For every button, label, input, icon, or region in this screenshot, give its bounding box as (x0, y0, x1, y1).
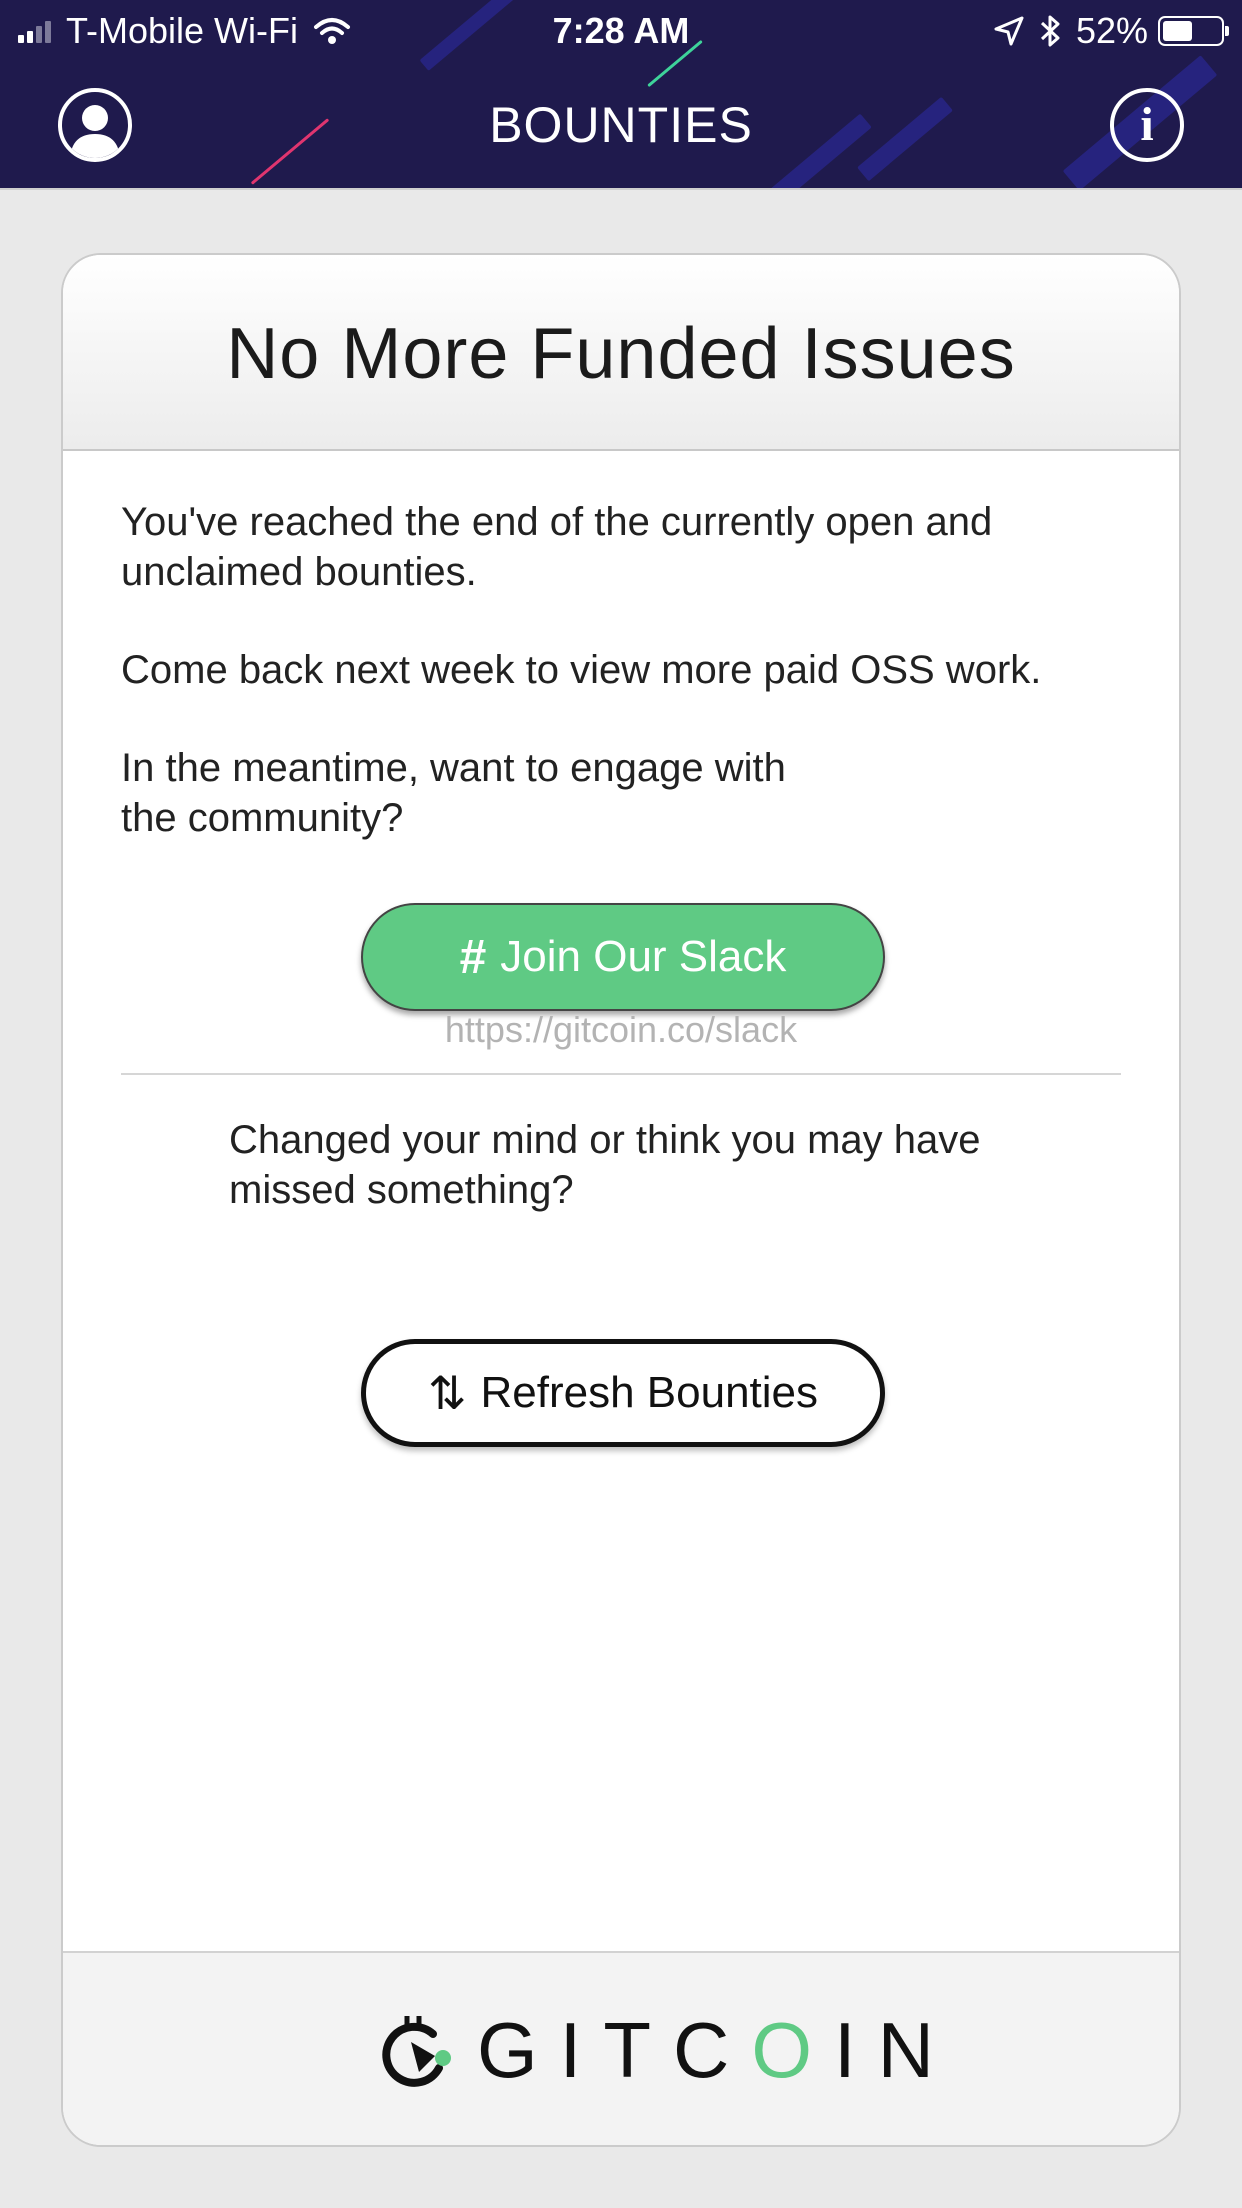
location-arrow-icon (994, 16, 1024, 46)
battery-icon (1158, 16, 1229, 46)
changed-mind-text: Changed your mind or think you may have … (229, 1118, 981, 1212)
status-right: 52% (992, 10, 1229, 52)
info-button[interactable]: i (1110, 88, 1184, 162)
end-of-bounties-text: You've reached the end of the currently … (121, 500, 993, 594)
hash-icon: # (459, 930, 487, 984)
card-header: No More Funded Issues (63, 255, 1179, 451)
section-divider (121, 1073, 1121, 1075)
refresh-bounties-button[interactable]: ⇅ Refresh Bounties (361, 1339, 885, 1447)
app-header: T-Mobile Wi-Fi 7:28 AM 52% BOUNTIES i (0, 0, 1242, 190)
logo-text-part-1: GITC (477, 2006, 752, 2094)
come-back-text: Come back next week to view more paid OS… (121, 648, 1042, 692)
logo-text-o: O (751, 2006, 834, 2094)
refresh-bounties-label: Refresh Bounties (480, 1368, 819, 1417)
join-slack-button[interactable]: # Join Our Slack (361, 903, 885, 1011)
logo-text-part-2: IN (834, 2006, 956, 2094)
info-icon: i (1140, 98, 1154, 151)
community-prompt-text: In the meantime, want to engage with the… (121, 746, 786, 840)
refresh-icon: ⇅ (427, 1367, 467, 1419)
join-slack-label: Join Our Slack (500, 932, 787, 981)
card-footer: GITC O IN (63, 1951, 1179, 2145)
battery-percent: 52% (1075, 10, 1148, 51)
slack-url-link[interactable]: https://gitcoin.co/slack (63, 1009, 1179, 1051)
gitcoin-logo: GITC O IN (381, 2005, 956, 2096)
gitcoin-wordmark: GITC O IN (477, 2005, 956, 2096)
empty-state-card: No More Funded Issues You've reached the… (61, 253, 1181, 2147)
battery-level (1163, 21, 1193, 41)
page-title: BOUNTIES (489, 97, 753, 153)
status-bar: T-Mobile Wi-Fi 7:28 AM 52% (0, 0, 1242, 60)
card-title: No More Funded Issues (226, 314, 1016, 394)
bluetooth-icon (1040, 15, 1060, 47)
gitcoin-mark-icon (382, 2015, 451, 2087)
